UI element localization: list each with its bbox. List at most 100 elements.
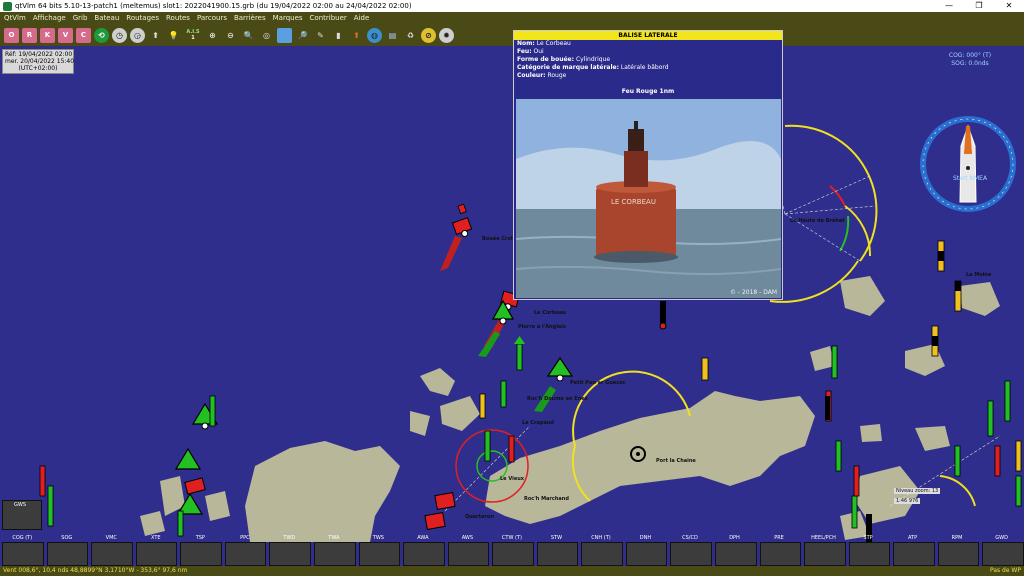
instrument-stw[interactable]: [536, 542, 579, 566]
buoy-photo-drawing: LE CORBEAU: [516, 99, 781, 298]
buoy-info-popup[interactable]: BALISE LATERALE Nom: Le Corbeau Feu: Oui…: [513, 30, 783, 300]
instrument-vmc[interactable]: [91, 542, 133, 566]
instrument-dph[interactable]: [715, 542, 757, 566]
menu-aide[interactable]: Aide: [354, 12, 369, 24]
zoom-in-icon[interactable]: ⊕: [205, 28, 220, 43]
minimize-button[interactable]: —: [934, 0, 964, 12]
beacon-green-5: [209, 395, 216, 427]
maximize-button[interactable]: ❐: [964, 0, 994, 12]
beacon-green-1: [514, 336, 525, 371]
red-buoy-west-2: [434, 491, 456, 511]
layers-icon[interactable]: ▤: [385, 28, 400, 43]
barrier-icon[interactable]: ▮: [331, 28, 346, 43]
menu-marques[interactable]: Marques: [273, 12, 303, 24]
label-quarteron: Quarteron: [465, 514, 494, 520]
beacon-yellow-2: [701, 357, 709, 381]
toolbar-c-button[interactable]: C: [76, 27, 91, 43]
instrument-sog[interactable]: [46, 542, 89, 566]
menu-qtvlm[interactable]: QtVlm: [4, 12, 26, 24]
bulb-icon[interactable]: 💡: [166, 28, 181, 43]
land-mass-islet-a: [420, 368, 455, 396]
instrument-gwd[interactable]: [982, 542, 1024, 566]
popup-title: BALISE LATERALE: [514, 31, 782, 40]
menu-barrieres[interactable]: Barrières: [234, 12, 266, 24]
menu-bateau[interactable]: Bateau: [94, 12, 119, 24]
pen-icon[interactable]: ✎: [313, 28, 328, 43]
menu-parcours[interactable]: Parcours: [197, 12, 227, 24]
instrument-twd[interactable]: [269, 542, 311, 566]
clock-icon[interactable]: ◷: [112, 27, 127, 43]
popup-field-category: Catégorie de marque latérale: Latérale b…: [517, 64, 669, 71]
instrument-cog[interactable]: [2, 542, 44, 566]
instrument-dnh[interactable]: [625, 542, 668, 566]
start-nmea-label[interactable]: Start NMEA: [940, 175, 1000, 182]
wheel-icon[interactable]: ✹: [439, 27, 454, 43]
instrument-stp[interactable]: [848, 542, 891, 566]
popup-field-name: Nom: Le Corbeau: [517, 40, 571, 47]
red-buoy-bouee-croll: [451, 203, 473, 238]
instrument-label: AWS: [461, 535, 474, 541]
zoom-out-icon[interactable]: ⊖: [223, 28, 238, 43]
cardinal-mark-3: [931, 325, 939, 357]
instrument-cnh[interactable]: [581, 542, 623, 566]
sync-icon[interactable]: ⟲: [94, 27, 109, 43]
red-light-flare-1: [440, 236, 462, 271]
menu-contribuer[interactable]: Contribuer: [310, 12, 347, 24]
instrument-aws[interactable]: [447, 542, 490, 566]
instrument-label: PPC: [240, 535, 250, 541]
instrument-label: ATP: [908, 535, 918, 541]
menu-affichage[interactable]: Affichage: [33, 12, 66, 24]
instrument-ctw[interactable]: [492, 542, 534, 566]
compass-needle-icon[interactable]: ⬆: [148, 28, 163, 43]
instrument-pre[interactable]: [759, 542, 802, 566]
menu-grib[interactable]: Grib: [73, 12, 88, 24]
arrow-up-icon[interactable]: ⬆: [349, 28, 364, 43]
land-mass-east-6: [960, 282, 1000, 316]
status-waypoint: Pas de WP: [989, 567, 1021, 574]
instrument-tws[interactable]: [358, 542, 401, 566]
status-text: Vent 008,6°, 10,4 nds 48,8899°N 3,1710°W…: [3, 567, 188, 574]
instrument-ppc[interactable]: [224, 542, 267, 566]
light-sector-arc-yellow-6: [939, 475, 976, 507]
menu-routages[interactable]: Routages: [126, 12, 159, 24]
instrument-xte[interactable]: [135, 542, 178, 566]
instrument-heel-pch[interactable]: [804, 542, 846, 566]
chart-map[interactable]: Bouée Croll Le Corbeau Pierre à l'Anglai…: [0, 46, 1024, 542]
magnifier-icon[interactable]: 🔎: [295, 28, 310, 43]
instrument-label: TWA: [328, 535, 340, 541]
land-mass-islet-e: [205, 491, 230, 521]
instrument-label: HEEL/PCH: [811, 535, 836, 541]
select-area-icon[interactable]: [277, 27, 292, 43]
instrument-atp[interactable]: [893, 542, 935, 566]
instrument-label: COG (T): [12, 535, 33, 541]
instrument-tsp[interactable]: [180, 542, 222, 566]
instrument-cs-cd[interactable]: [670, 542, 712, 566]
globe-icon[interactable]: ◍: [367, 27, 382, 43]
zoom-one-icon[interactable]: ◎: [259, 28, 274, 43]
status-bar: Vent 008,6°, 10,4 nds 48,8899°N 3,1710°W…: [0, 566, 1024, 576]
toolbar-r-button[interactable]: R: [22, 27, 37, 43]
instrument-label: AWA: [417, 535, 429, 541]
instrument-rpm[interactable]: [937, 542, 980, 566]
toolbar-k-button[interactable]: K: [40, 27, 55, 43]
instrument-label: TSP: [195, 535, 205, 541]
sog-readout: SOG: 0.0nds: [951, 60, 989, 67]
close-button[interactable]: ✕: [994, 0, 1024, 12]
instrument-twa[interactable]: [313, 542, 356, 566]
menu-routes[interactable]: Routes: [166, 12, 190, 24]
instrument-label: CTW (T): [501, 535, 522, 541]
toolbar-v-button[interactable]: V: [58, 27, 73, 43]
refresh-icon[interactable]: ♻: [403, 28, 418, 43]
red-buoy-west-1: [184, 477, 206, 495]
beacon-red-4: [853, 465, 860, 497]
toolbar-o-button[interactable]: O: [4, 27, 19, 43]
zoom-fit-icon[interactable]: 🔍: [241, 28, 256, 43]
no-entry-icon[interactable]: ⊘: [421, 27, 436, 43]
land-mass-east-3: [915, 426, 950, 451]
beacon-green-7: [831, 345, 838, 379]
instrument-bar: [0, 542, 1024, 566]
ais-button[interactable]: A.I.S 1: [184, 28, 202, 43]
beacon-green-2: [500, 380, 507, 408]
instrument-awa[interactable]: [403, 542, 445, 566]
clock-alt-icon[interactable]: ◶: [130, 27, 145, 43]
